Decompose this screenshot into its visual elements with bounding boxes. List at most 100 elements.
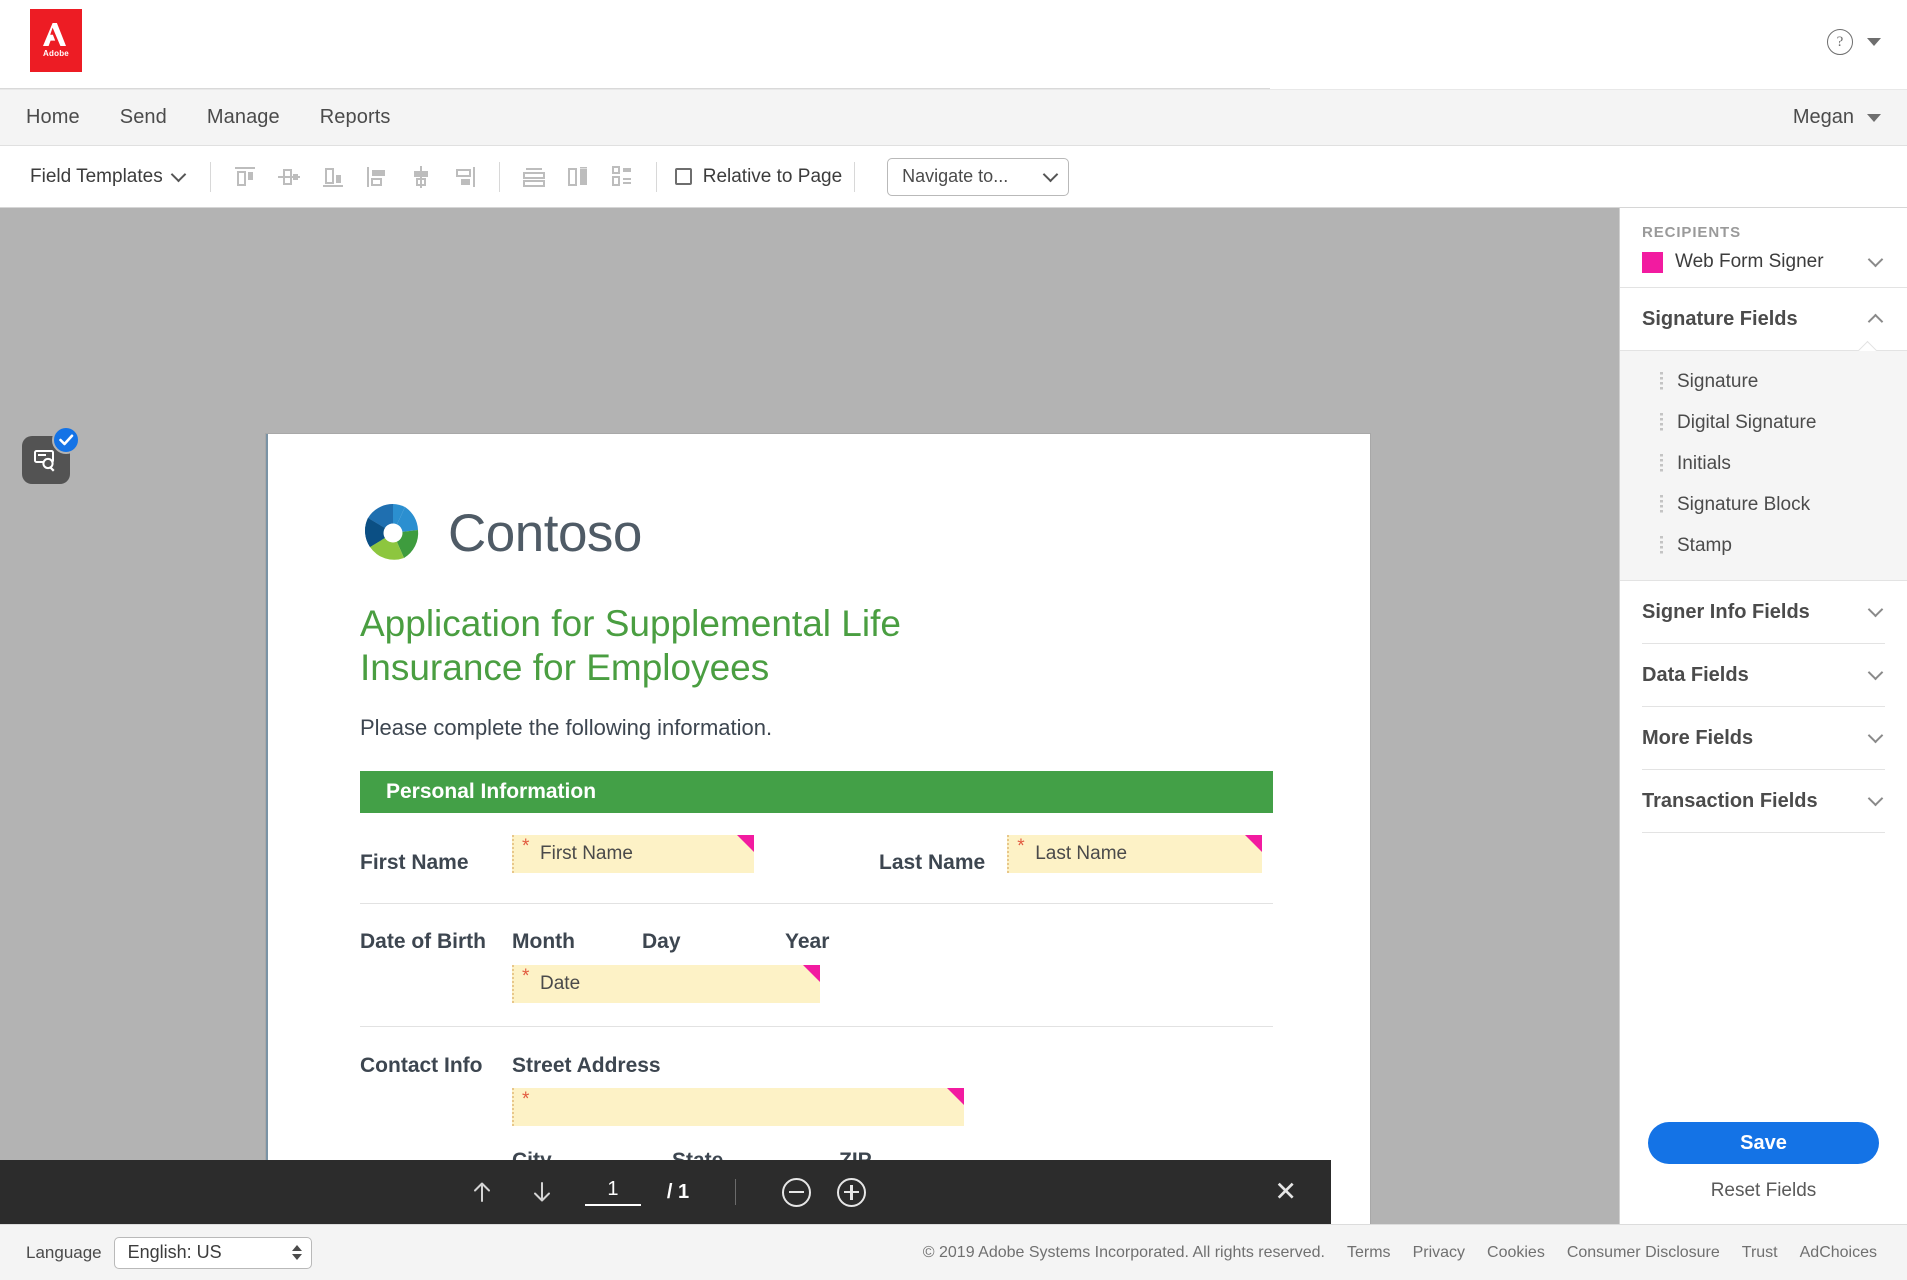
chevron-down-icon bbox=[170, 166, 186, 182]
field-item-label: Signature bbox=[1677, 371, 1758, 393]
match-width-icon[interactable] bbox=[512, 157, 556, 197]
contact-info-label: Contact Info bbox=[360, 1054, 512, 1078]
recipient-name: Web Form Signer bbox=[1675, 251, 1858, 273]
field-item-signature[interactable]: Signature bbox=[1620, 361, 1907, 402]
last-name-field[interactable]: * Last Name bbox=[1007, 835, 1262, 873]
align-left-icon[interactable] bbox=[355, 157, 399, 197]
panel-spacer bbox=[1620, 833, 1907, 1122]
field-item-initials[interactable]: Initials bbox=[1620, 443, 1907, 484]
reset-fields-link[interactable]: Reset Fields bbox=[1648, 1180, 1879, 1202]
relative-to-page-checkbox[interactable]: Relative to Page bbox=[675, 166, 842, 188]
user-name: Megan bbox=[1793, 106, 1854, 129]
field-item-digital-signature[interactable]: Digital Signature bbox=[1620, 402, 1907, 443]
align-bottom-icon[interactable] bbox=[311, 157, 355, 197]
group-header-more-fields[interactable]: More Fields bbox=[1620, 707, 1907, 769]
field-item-label: Stamp bbox=[1677, 535, 1732, 557]
main-area: Contoso Application for Supplemental Lif… bbox=[0, 208, 1907, 1224]
drag-handle-icon bbox=[1660, 372, 1663, 392]
recipient-selector[interactable]: Web Form Signer bbox=[1642, 251, 1885, 273]
match-height-icon[interactable] bbox=[556, 157, 600, 197]
copyright-text: © 2019 Adobe Systems Incorporated. All r… bbox=[923, 1244, 1325, 1262]
arrow-down-icon[interactable] bbox=[525, 1175, 559, 1209]
align-horizontal-center-icon[interactable] bbox=[399, 157, 443, 197]
adobe-logo[interactable]: Adobe bbox=[30, 9, 82, 72]
month-label: Month bbox=[512, 930, 642, 954]
field-templates-label: Field Templates bbox=[30, 166, 163, 188]
align-vertical-center-icon[interactable] bbox=[267, 157, 311, 197]
street-address-field[interactable]: * bbox=[512, 1088, 964, 1126]
footer-links: © 2019 Adobe Systems Incorporated. All r… bbox=[923, 1244, 1881, 1262]
pager-divider bbox=[735, 1179, 736, 1205]
panel-actions: Save Reset Fields bbox=[1620, 1122, 1907, 1224]
footer-link-privacy[interactable]: Privacy bbox=[1413, 1244, 1465, 1262]
field-corner-marker bbox=[1245, 835, 1262, 852]
fields-panel: RECIPIENTS Web Form Signer Signature Fie… bbox=[1619, 208, 1907, 1224]
street-address-label: Street Address bbox=[512, 1054, 1314, 1078]
chevron-up-icon bbox=[1868, 313, 1884, 329]
field-item-label: Digital Signature bbox=[1677, 412, 1816, 434]
group-header-transaction-fields[interactable]: Transaction Fields bbox=[1620, 770, 1907, 832]
nav-item-manage[interactable]: Manage bbox=[207, 106, 280, 129]
save-button[interactable]: Save bbox=[1648, 1122, 1879, 1164]
field-item-signature-block[interactable]: Signature Block bbox=[1620, 484, 1907, 525]
match-size-icon[interactable] bbox=[600, 157, 644, 197]
help-icon[interactable]: ? bbox=[1827, 29, 1853, 55]
nav-item-home[interactable]: Home bbox=[26, 106, 80, 129]
group-header-data-fields[interactable]: Data Fields bbox=[1620, 644, 1907, 706]
language-value: English: US bbox=[128, 1242, 222, 1263]
zoom-out-icon[interactable] bbox=[782, 1178, 811, 1207]
drag-handle-icon bbox=[1660, 495, 1663, 515]
chevron-down-icon bbox=[1868, 727, 1884, 743]
zoom-in-icon[interactable] bbox=[837, 1178, 866, 1207]
contoso-logo-icon bbox=[360, 500, 426, 566]
language-label: Language bbox=[26, 1243, 102, 1263]
group-header-signer-info-fields[interactable]: Signer Info Fields bbox=[1620, 581, 1907, 643]
footer-link-terms[interactable]: Terms bbox=[1347, 1244, 1391, 1262]
footer-link-adchoices[interactable]: AdChoices bbox=[1800, 1244, 1877, 1262]
field-templates-dropdown[interactable]: Field Templates bbox=[16, 157, 198, 197]
first-name-field-value: First Name bbox=[540, 843, 633, 865]
section-header-personal-information: Personal Information bbox=[360, 771, 1273, 813]
user-chevron-down-icon bbox=[1867, 114, 1881, 122]
page-number-input[interactable] bbox=[585, 1178, 641, 1206]
field-corner-marker bbox=[803, 965, 820, 982]
group-label: More Fields bbox=[1642, 727, 1753, 750]
page-navigation-bar: / 1 ✕ bbox=[0, 1160, 1331, 1224]
footer-link-trust[interactable]: Trust bbox=[1742, 1244, 1778, 1262]
help-chevron-down-icon[interactable] bbox=[1867, 38, 1881, 46]
drag-handle-icon bbox=[1660, 454, 1663, 474]
signature-fields-list: Signature Digital Signature Initials Sig… bbox=[1620, 350, 1907, 581]
field-item-label: Initials bbox=[1677, 453, 1731, 475]
navigate-to-select[interactable]: Navigate to... bbox=[887, 158, 1069, 196]
language-select[interactable]: English: US bbox=[114, 1237, 312, 1269]
arrow-up-icon[interactable] bbox=[465, 1175, 499, 1209]
chevron-down-icon bbox=[1868, 790, 1884, 806]
align-top-icon[interactable] bbox=[223, 157, 267, 197]
first-name-field[interactable]: * First Name bbox=[512, 835, 754, 873]
nav-item-reports[interactable]: Reports bbox=[320, 106, 391, 129]
page-footer: Language English: US © 2019 Adobe System… bbox=[0, 1224, 1907, 1280]
brand-bar: Adobe ? bbox=[0, 0, 1907, 90]
close-icon[interactable]: ✕ bbox=[1274, 1179, 1297, 1206]
field-preview-icon[interactable] bbox=[22, 436, 70, 484]
toolbar-divider-2 bbox=[499, 162, 500, 192]
footer-link-consumer-disclosure[interactable]: Consumer Disclosure bbox=[1567, 1244, 1720, 1262]
nav-item-send[interactable]: Send bbox=[120, 106, 167, 129]
group-notch bbox=[1857, 340, 1877, 351]
user-menu[interactable]: Megan bbox=[1793, 106, 1881, 129]
pdf-page[interactable]: Contoso Application for Supplemental Lif… bbox=[266, 434, 1370, 1224]
group-label: Signature Fields bbox=[1642, 308, 1798, 331]
date-of-birth-field[interactable]: * Date bbox=[512, 965, 820, 1003]
field-item-stamp[interactable]: Stamp bbox=[1620, 525, 1907, 566]
toolbar-divider bbox=[210, 162, 211, 192]
last-name-label: Last Name bbox=[879, 835, 985, 875]
main-nav: Home Send Manage Reports Megan bbox=[0, 90, 1907, 146]
recipients-title: RECIPIENTS bbox=[1642, 224, 1885, 241]
document-body: Contoso Application for Supplemental Lif… bbox=[268, 434, 1370, 1224]
field-corner-marker bbox=[947, 1088, 964, 1105]
field-item-label: Signature Block bbox=[1677, 494, 1810, 516]
date-field-value: Date bbox=[540, 973, 580, 995]
footer-link-cookies[interactable]: Cookies bbox=[1487, 1244, 1545, 1262]
align-right-icon[interactable] bbox=[443, 157, 487, 197]
relative-to-page-label: Relative to Page bbox=[703, 166, 842, 188]
